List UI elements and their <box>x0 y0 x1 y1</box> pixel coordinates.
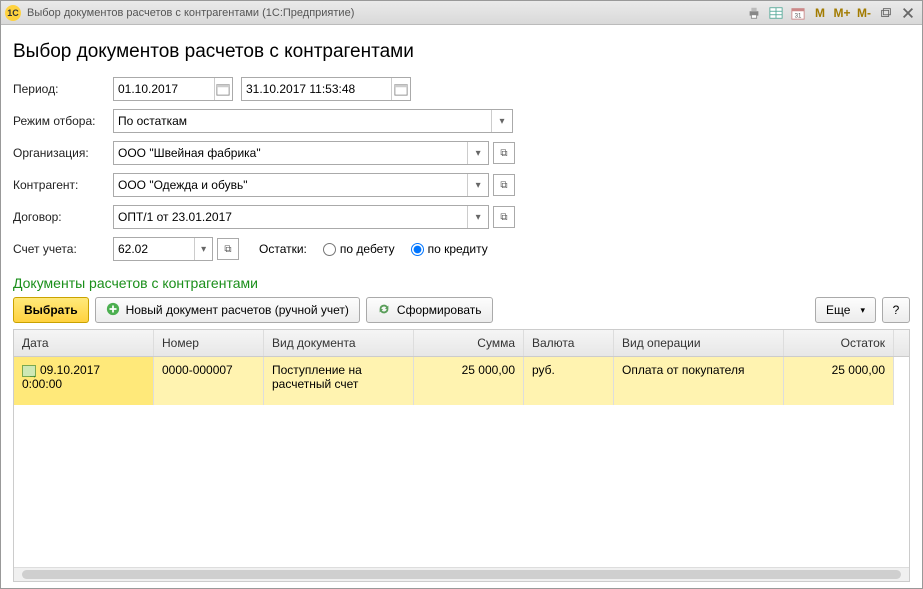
refresh-icon <box>377 302 391 319</box>
open-reference-icon[interactable]: ⧉ <box>493 206 515 228</box>
select-button[interactable]: Выбрать <box>13 297 89 323</box>
page-title: Выбор документов расчетов с контрагентам… <box>13 41 910 63</box>
svg-text:31: 31 <box>795 12 802 19</box>
chevron-down-icon[interactable]: ▾ <box>194 238 212 260</box>
new-document-button[interactable]: Новый документ расчетов (ручной учет) <box>95 297 360 323</box>
radio-by-credit[interactable]: по кредиту <box>411 242 488 256</box>
balances-label: Остатки: <box>259 242 307 256</box>
horizontal-scrollbar[interactable] <box>14 567 909 581</box>
chevron-down-icon[interactable]: ▾ <box>467 142 488 164</box>
documents-grid: Дата Номер Вид документа Сумма Валюта Ви… <box>13 329 910 582</box>
plus-circle-icon <box>106 302 120 319</box>
table-icon[interactable] <box>766 4 786 22</box>
scroll-thumb[interactable] <box>22 570 901 579</box>
memory-m-button[interactable]: M <box>810 4 830 22</box>
organization-select[interactable]: ▾ <box>113 141 489 165</box>
calendar-picker-icon[interactable] <box>214 78 232 100</box>
table-row[interactable]: 09.10.20170:00:000000-000007Поступление … <box>14 357 909 405</box>
window-restore-icon[interactable] <box>876 4 896 22</box>
window-title: Выбор документов расчетов с контрагентам… <box>27 7 354 19</box>
period-to-input[interactable] <box>241 77 411 101</box>
grid-body[interactable]: 09.10.20170:00:000000-000007Поступление … <box>14 357 909 567</box>
contract-select[interactable]: ▾ <box>113 205 489 229</box>
col-currency[interactable]: Валюта <box>524 330 614 356</box>
col-date[interactable]: Дата <box>14 330 154 356</box>
account-select[interactable]: ▾ <box>113 237 213 261</box>
contract-label: Договор: <box>13 210 113 224</box>
period-label: Период: <box>13 82 113 96</box>
counterparty-select[interactable]: ▾ <box>113 173 489 197</box>
radio-by-debit[interactable]: по дебету <box>323 242 395 256</box>
help-button[interactable]: ? <box>882 297 910 323</box>
more-button[interactable]: Еще▾ <box>815 297 876 323</box>
grid-header: Дата Номер Вид документа Сумма Валюта Ви… <box>14 330 909 357</box>
chevron-down-icon[interactable]: ▾ <box>491 110 512 132</box>
calendar-icon[interactable]: 31 <box>788 4 808 22</box>
filter-mode-label: Режим отбора: <box>13 114 113 128</box>
col-sum[interactable]: Сумма <box>414 330 524 356</box>
account-label: Счет учета: <box>13 242 113 256</box>
open-reference-icon[interactable]: ⧉ <box>493 142 515 164</box>
close-icon[interactable] <box>898 4 918 22</box>
titlebar: 1C Выбор документов расчетов с контраген… <box>1 1 922 25</box>
filter-mode-select[interactable]: ▾ <box>113 109 513 133</box>
chevron-down-icon[interactable]: ▾ <box>467 206 488 228</box>
section-title: Документы расчетов с контрагентами <box>13 275 910 291</box>
app-logo-icon: 1C <box>5 5 21 21</box>
calendar-picker-icon[interactable] <box>391 78 410 100</box>
document-row-icon <box>22 365 36 377</box>
chevron-down-icon: ▾ <box>860 305 865 316</box>
open-reference-icon[interactable]: ⧉ <box>493 174 515 196</box>
col-operation[interactable]: Вид операции <box>614 330 784 356</box>
col-doc-type[interactable]: Вид документа <box>264 330 414 356</box>
chevron-down-icon[interactable]: ▾ <box>467 174 488 196</box>
generate-button[interactable]: Сформировать <box>366 297 493 323</box>
dialog-window: 1C Выбор документов расчетов с контраген… <box>0 0 923 589</box>
memory-mminus-button[interactable]: M- <box>854 4 874 22</box>
col-balance[interactable]: Остаток <box>784 330 894 356</box>
period-from-input[interactable] <box>113 77 233 101</box>
col-number[interactable]: Номер <box>154 330 264 356</box>
counterparty-label: Контрагент: <box>13 178 113 192</box>
open-reference-icon[interactable]: ⧉ <box>217 238 239 260</box>
organization-label: Организация: <box>13 146 113 160</box>
memory-mplus-button[interactable]: M+ <box>832 4 852 22</box>
print-icon[interactable] <box>744 4 764 22</box>
